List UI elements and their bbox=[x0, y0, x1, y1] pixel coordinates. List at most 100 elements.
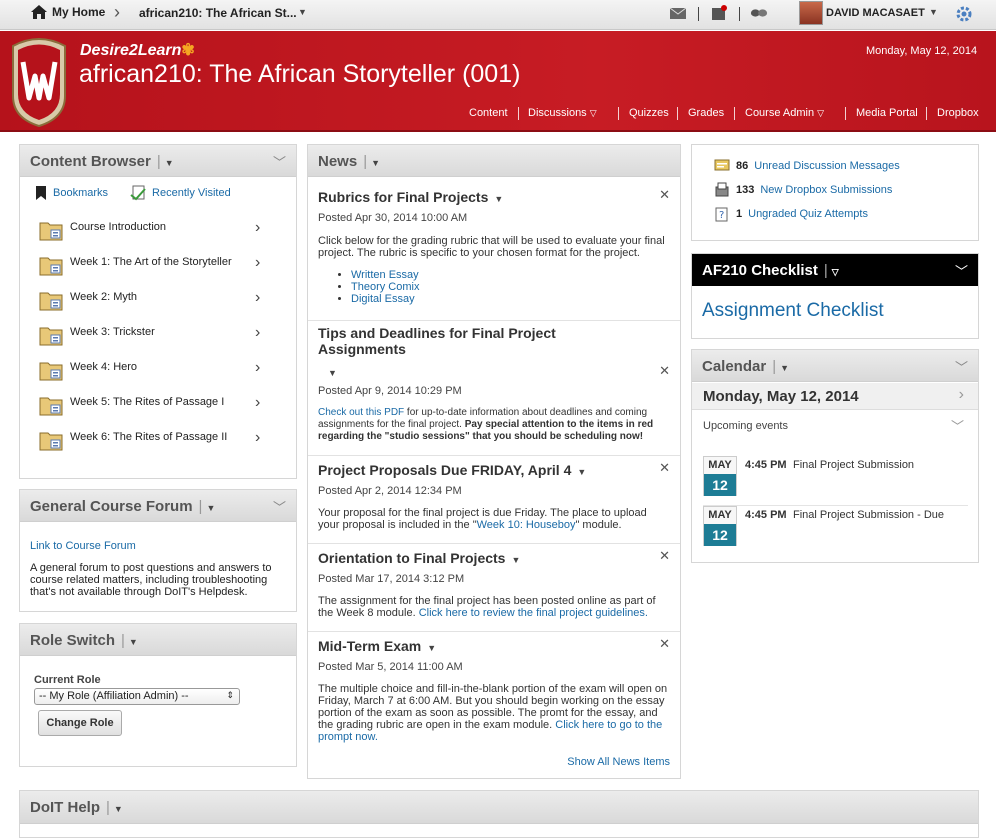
nav-grades[interactable]: Grades bbox=[688, 107, 724, 119]
chevron-down-icon[interactable]: ▼ bbox=[328, 368, 337, 378]
nav-course-admin[interactable]: Course Admin ▽ bbox=[745, 107, 824, 119]
nav-quizzes[interactable]: Quizzes bbox=[629, 107, 669, 119]
chevron-right-icon[interactable]: › bbox=[255, 219, 260, 237]
chevron-down-icon[interactable]: ▼ bbox=[165, 158, 174, 168]
module-item[interactable]: Week 6: The Rites of Passage II › bbox=[39, 425, 279, 460]
week10-houseboy-link[interactable]: Week 10: Houseboy bbox=[477, 519, 576, 531]
user-name[interactable]: DAVID MACASAET bbox=[826, 7, 925, 19]
news-item-body: Click below for the grading rubric that … bbox=[318, 235, 670, 305]
role-select[interactable]: -- My Role (Affiliation Admin) -- ⇕ bbox=[34, 688, 240, 705]
module-item[interactable]: Week 3: Trickster › bbox=[39, 320, 279, 355]
nav-dropbox[interactable]: Dropbox bbox=[937, 107, 979, 119]
widget-title: General Course Forum | ▼ bbox=[30, 498, 215, 515]
chevron-down-icon[interactable]: ▼ bbox=[129, 637, 138, 647]
separator bbox=[739, 7, 740, 21]
chevron-down-icon[interactable]: ▼ bbox=[114, 804, 123, 814]
chevron-down-icon[interactable]: ▼ bbox=[427, 643, 436, 653]
recently-visited-link[interactable]: Recently Visited bbox=[130, 185, 231, 201]
widget-header: General Course Forum | ▼ ﹀ bbox=[20, 490, 296, 522]
chevron-right-icon[interactable]: › bbox=[255, 254, 260, 272]
unread-discussions-label[interactable]: Unread Discussion Messages bbox=[754, 160, 900, 172]
nav-content[interactable]: Content bbox=[469, 107, 508, 119]
news-item: Tips and Deadlines for Final Project Ass… bbox=[308, 321, 680, 456]
current-role-label: Current Role bbox=[34, 674, 101, 686]
chevron-right-icon[interactable]: › bbox=[959, 386, 964, 404]
pdf-link[interactable]: Check out this PDF bbox=[318, 407, 404, 418]
chevron-down-icon[interactable]: ▼ bbox=[494, 194, 503, 204]
my-home-link[interactable]: My Home bbox=[30, 4, 105, 20]
chevron-down-icon[interactable]: ﹀ bbox=[951, 416, 964, 435]
chevron-down-icon[interactable]: ▼ bbox=[371, 158, 380, 168]
calendar-date-bar[interactable]: Monday, May 12, 2014 › bbox=[692, 383, 978, 410]
chevron-down-icon[interactable]: ▼ bbox=[206, 503, 215, 513]
course-selector[interactable]: african210: The African St... bbox=[139, 6, 297, 20]
show-all-news-link[interactable]: Show All News Items bbox=[567, 756, 670, 768]
nav-separator bbox=[734, 107, 735, 120]
event-title[interactable]: Final Project Submission - Due bbox=[793, 509, 944, 521]
chevron-down-icon[interactable]: ▼ bbox=[929, 7, 938, 17]
collapse-icon[interactable]: ﹀ bbox=[955, 261, 968, 280]
my-home-label: My Home bbox=[52, 5, 106, 19]
chevron-right-icon[interactable]: › bbox=[255, 359, 260, 377]
module-label: Week 5: The Rites of Passage I bbox=[70, 396, 225, 408]
chevron-right-icon[interactable]: › bbox=[255, 289, 260, 307]
digital-essay-link[interactable]: Digital Essay bbox=[351, 293, 415, 305]
module-item[interactable]: Week 2: Myth › bbox=[39, 285, 279, 320]
chevron-down-icon[interactable]: ▼ bbox=[511, 555, 520, 565]
bookmarks-link[interactable]: Bookmarks bbox=[35, 185, 108, 201]
gear-icon[interactable] bbox=[955, 5, 973, 23]
chevron-right-icon[interactable]: › bbox=[255, 429, 260, 447]
chevron-down-icon[interactable]: ▽ bbox=[817, 108, 824, 118]
dropbox-submissions-row[interactable]: 133 New Dropbox Submissions bbox=[714, 182, 892, 198]
calendar-event[interactable]: MAY 12 4:45 PM Final Project Submission bbox=[703, 456, 968, 506]
bookmark-icon bbox=[36, 186, 46, 200]
collapse-icon[interactable]: ﹀ bbox=[273, 152, 286, 171]
chevron-down-icon[interactable]: ▼ bbox=[780, 363, 789, 373]
change-role-button[interactable]: Change Role bbox=[38, 710, 122, 736]
subscriptions-icon[interactable] bbox=[750, 5, 768, 21]
close-icon[interactable]: ✕ bbox=[659, 636, 670, 652]
alerts-icon[interactable] bbox=[710, 5, 728, 21]
chevron-right-icon[interactable]: › bbox=[255, 394, 260, 412]
avatar[interactable] bbox=[799, 1, 823, 25]
minibar: My Home › african210: The African St... … bbox=[0, 0, 996, 30]
nav-separator bbox=[618, 107, 619, 120]
module-item[interactable]: Course Introduction › bbox=[39, 215, 279, 250]
separator bbox=[698, 7, 699, 21]
brand-logo: Desire2Learn✾ bbox=[80, 40, 195, 60]
close-icon[interactable]: ✕ bbox=[659, 548, 670, 564]
close-icon[interactable]: ✕ bbox=[659, 187, 670, 203]
unread-discussions-row[interactable]: 86 Unread Discussion Messages bbox=[714, 158, 900, 174]
close-icon[interactable]: ✕ bbox=[659, 363, 670, 379]
close-icon[interactable]: ✕ bbox=[659, 460, 670, 476]
dropbox-submissions-label[interactable]: New Dropbox Submissions bbox=[760, 184, 892, 196]
nav-discussions[interactable]: Discussions ▽ bbox=[528, 107, 597, 119]
chevron-down-icon[interactable]: ▽ bbox=[832, 267, 839, 277]
title-separator: | bbox=[363, 153, 368, 170]
written-essay-link[interactable]: Written Essay bbox=[351, 269, 419, 281]
event-date-badge: MAY 12 bbox=[703, 456, 737, 496]
news-item-body-text: Click below for the grading rubric that … bbox=[318, 235, 665, 259]
nav-media-portal[interactable]: Media Portal bbox=[856, 107, 918, 119]
ungraded-quiz-label[interactable]: Ungraded Quiz Attempts bbox=[748, 208, 868, 220]
event-title[interactable]: Final Project Submission bbox=[793, 459, 914, 471]
course-forum-link[interactable]: Link to Course Forum bbox=[30, 540, 136, 552]
chevron-right-icon[interactable]: › bbox=[255, 324, 260, 342]
theory-comix-link[interactable]: Theory Comix bbox=[351, 281, 419, 293]
module-item[interactable]: Week 1: The Art of the Storyteller › bbox=[39, 250, 279, 285]
collapse-icon[interactable]: ﹀ bbox=[273, 497, 286, 516]
chevron-down-icon[interactable]: ▽ bbox=[590, 108, 597, 118]
module-item[interactable]: Week 4: Hero › bbox=[39, 355, 279, 390]
chevron-down-icon[interactable]: ▼ bbox=[298, 7, 307, 17]
final-project-guidelines-link[interactable]: Click here to review the final project g… bbox=[419, 607, 648, 619]
assignment-checklist-link[interactable]: Assignment Checklist bbox=[702, 300, 884, 322]
mail-icon[interactable] bbox=[669, 5, 687, 21]
chevron-down-icon[interactable]: ▼ bbox=[577, 467, 586, 477]
news-item-body: Your proposal for the final project is d… bbox=[318, 507, 670, 531]
event-time: 4:45 PM bbox=[745, 459, 787, 471]
collapse-icon[interactable]: ﹀ bbox=[955, 357, 968, 376]
ungraded-quiz-row[interactable]: ? 1 Ungraded Quiz Attempts bbox=[714, 206, 868, 222]
nav-course-admin-label: Course Admin bbox=[745, 107, 815, 119]
calendar-event[interactable]: MAY 12 4:45 PM Final Project Submission … bbox=[703, 506, 968, 556]
module-item[interactable]: Week 5: The Rites of Passage I › bbox=[39, 390, 279, 425]
